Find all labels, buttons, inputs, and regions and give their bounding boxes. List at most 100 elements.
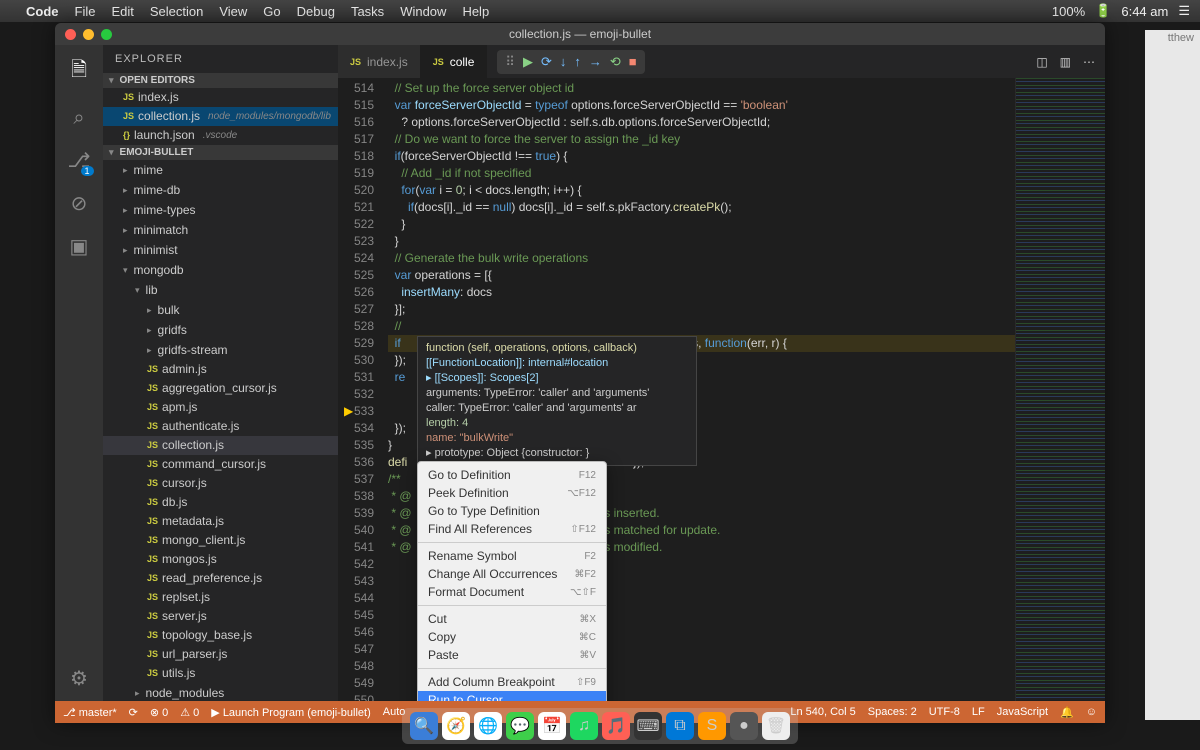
context-menu-item[interactable]: Rename SymbolF2 (418, 547, 606, 565)
dock-spotify[interactable]: ♫ (570, 712, 598, 740)
dock-music[interactable]: 🎵 (602, 712, 630, 740)
status-branch[interactable]: ⎇ master* (63, 706, 117, 719)
dock-app[interactable]: ● (730, 712, 758, 740)
folder-item[interactable]: gridfs (103, 320, 338, 340)
status-language[interactable]: JavaScript (997, 706, 1048, 718)
context-menu-item[interactable]: Copy⌘C (418, 628, 606, 646)
file-item[interactable]: JS server.js (103, 607, 338, 626)
context-menu-item[interactable]: Go to DefinitionF12 (418, 466, 606, 484)
dock-trash[interactable]: 🗑 (762, 712, 790, 740)
folder-item[interactable]: lib (103, 280, 338, 300)
debug-step-icon[interactable]: → (589, 54, 602, 69)
status-encoding[interactable]: UTF-8 (929, 706, 960, 718)
code-editor[interactable]: 5145155165175185195205215225235245255265… (338, 78, 1105, 701)
dock-vscode[interactable]: ⧉ (666, 712, 694, 740)
debug-icon[interactable]: ⊘ (71, 191, 88, 216)
status-feedback-icon[interactable]: ☺ (1086, 706, 1097, 718)
git-icon[interactable]: ⎇1 (67, 148, 90, 173)
context-menu-item[interactable]: Go to Type Definition (418, 502, 606, 520)
file-item[interactable]: JS mongo_client.js (103, 531, 338, 550)
folder-item[interactable]: node_modules (103, 683, 338, 701)
dock-terminal[interactable]: ⌨ (634, 712, 662, 740)
file-item[interactable]: JS db.js (103, 493, 338, 512)
explorer-icon[interactable]: 🗎 (71, 55, 87, 89)
status-spaces[interactable]: Spaces: 2 (868, 706, 917, 718)
extensions-icon[interactable]: ▣ (70, 234, 89, 259)
gear-icon[interactable]: ⚙ (70, 666, 88, 691)
file-item[interactable]: JS replset.js (103, 588, 338, 607)
open-editor-item[interactable]: JS index.js (103, 88, 338, 107)
minimap[interactable] (1015, 78, 1105, 701)
context-menu-item[interactable]: Cut⌘X (418, 610, 606, 628)
folder-item[interactable]: mime (103, 160, 338, 180)
tab-index-js[interactable]: JSindex.js (338, 45, 421, 78)
context-menu-item[interactable]: Find All References⇧F12 (418, 520, 606, 538)
file-item[interactable]: JS admin.js (103, 360, 338, 379)
dock-finder[interactable]: 🔍 (410, 712, 438, 740)
folder-item[interactable]: mongodb (103, 260, 338, 280)
menu-help[interactable]: Help (462, 4, 489, 19)
status-position[interactable]: Ln 540, Col 5 (790, 706, 855, 718)
file-item[interactable]: JS apm.js (103, 398, 338, 417)
layout-icon[interactable]: ▥ (1060, 55, 1071, 69)
open-editor-item[interactable]: JS collection.jsnode_modules/mongodb/lib (103, 107, 338, 126)
file-item[interactable]: JS mongos.js (103, 550, 338, 569)
context-menu-item[interactable]: Format Document⌥⇧F (418, 583, 606, 601)
menu-go[interactable]: Go (263, 4, 280, 19)
more-icon[interactable]: ⋯ (1083, 55, 1095, 69)
search-icon[interactable]: ⌕ (73, 107, 84, 130)
dock-messages[interactable]: 💬 (506, 712, 534, 740)
file-item[interactable]: JS authenticate.js (103, 417, 338, 436)
status-warnings[interactable]: ⚠ 0 (180, 706, 199, 719)
folder-item[interactable]: gridfs-stream (103, 340, 338, 360)
folder-item[interactable]: bulk (103, 300, 338, 320)
debug-step-out-icon[interactable]: ↑ (574, 54, 581, 69)
menu-window[interactable]: Window (400, 4, 446, 19)
file-item[interactable]: JS url_parser.js (103, 645, 338, 664)
tab-collection-js[interactable]: JScolle (421, 45, 488, 78)
project-header[interactable]: EMOJI-BULLET (103, 145, 338, 160)
debug-restart-icon[interactable]: ⟲ (610, 54, 621, 70)
status-bell-icon[interactable]: 🔔 (1060, 706, 1074, 719)
context-menu-item[interactable]: Add Column Breakpoint⇧F9 (418, 673, 606, 691)
folder-item[interactable]: minimist (103, 240, 338, 260)
open-editors-header[interactable]: OPEN EDITORS (103, 73, 338, 88)
menu-file[interactable]: File (75, 4, 96, 19)
dock-calendar[interactable]: 📅 (538, 712, 566, 740)
status-sync-icon[interactable]: ⟳ (129, 706, 138, 719)
menu-view[interactable]: View (219, 4, 247, 19)
file-item[interactable]: JS topology_base.js (103, 626, 338, 645)
context-menu-item[interactable]: Paste⌘V (418, 646, 606, 664)
context-menu-item[interactable]: Change All Occurrences⌘F2 (418, 565, 606, 583)
menu-debug[interactable]: Debug (297, 4, 335, 19)
file-item[interactable]: JS collection.js (103, 436, 338, 455)
status-eol[interactable]: LF (972, 706, 985, 718)
file-item[interactable]: JS read_preference.js (103, 569, 338, 588)
file-item[interactable]: JS aggregation_cursor.js (103, 379, 338, 398)
titlebar[interactable]: collection.js — emoji-bullet (55, 23, 1105, 45)
split-editor-icon[interactable]: ◫ (1036, 55, 1047, 69)
menu-selection[interactable]: Selection (150, 4, 203, 19)
debug-step-into-icon[interactable]: ↓ (560, 54, 567, 69)
debug-step-over-icon[interactable]: ⟳ (541, 54, 552, 70)
context-menu-item[interactable]: Peek Definition⌥F12 (418, 484, 606, 502)
file-item[interactable]: JS cursor.js (103, 474, 338, 493)
context-menu-item[interactable]: Run to Cursor (418, 691, 606, 701)
file-item[interactable]: JS utils.js (103, 664, 338, 683)
debug-continue-icon[interactable]: ▶ (523, 54, 533, 70)
folder-item[interactable]: mime-types (103, 200, 338, 220)
menu-extras-icon[interactable]: ☰ (1178, 3, 1190, 19)
dock-sublime[interactable]: S (698, 712, 726, 740)
debug-stop-icon[interactable]: ■ (629, 54, 637, 69)
folder-item[interactable]: minimatch (103, 220, 338, 240)
app-name[interactable]: Code (26, 4, 59, 19)
file-item[interactable]: JS command_cursor.js (103, 455, 338, 474)
open-editor-item[interactable]: {} launch.json.vscode (103, 126, 338, 145)
menu-tasks[interactable]: Tasks (351, 4, 384, 19)
dock-chrome[interactable]: 🌐 (474, 712, 502, 740)
dock-safari[interactable]: 🧭 (442, 712, 470, 740)
status-launch[interactable]: ▶ Launch Program (emoji-bullet) (211, 706, 370, 719)
file-item[interactable]: JS metadata.js (103, 512, 338, 531)
status-errors[interactable]: ⊗ 0 (150, 706, 168, 719)
folder-item[interactable]: mime-db (103, 180, 338, 200)
